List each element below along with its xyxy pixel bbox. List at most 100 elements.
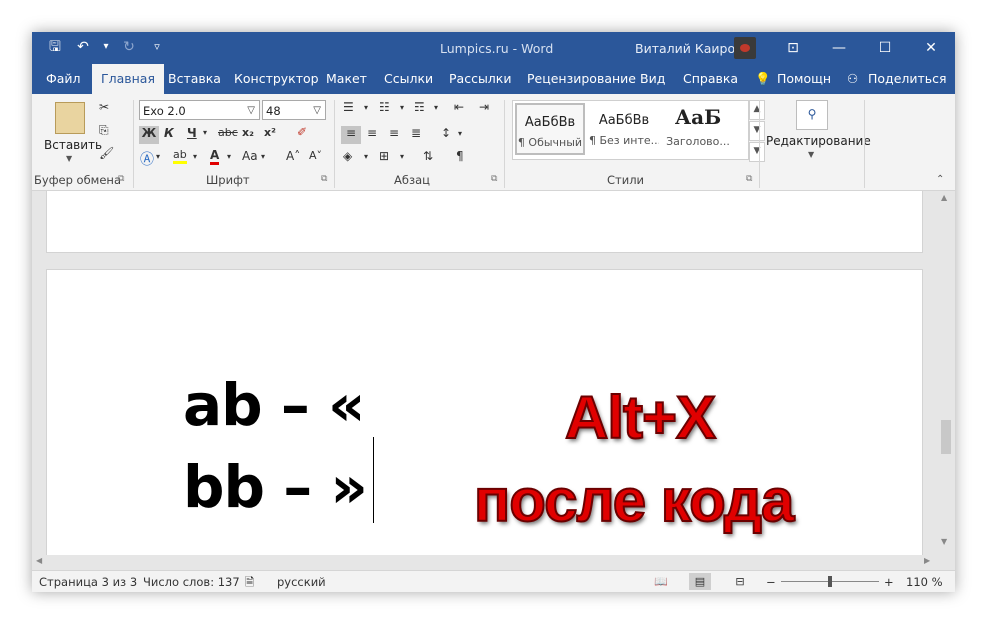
read-mode-icon[interactable]: 📖	[650, 573, 672, 590]
align-right-icon[interactable]: ≡	[389, 126, 399, 140]
tab-view[interactable]: Вид	[631, 64, 674, 94]
zoom-level[interactable]: 110 %	[906, 575, 943, 589]
change-case-dropdown-icon[interactable]: ▾	[261, 152, 265, 161]
highlight-dropdown-icon[interactable]: ▾	[193, 152, 197, 161]
paste-button[interactable]: Вставить	[44, 138, 102, 152]
scroll-up-icon[interactable]: ▲	[941, 193, 947, 202]
bullets-dropdown-icon[interactable]: ▾	[364, 103, 368, 112]
show-formatting-marks-icon[interactable]: ¶	[456, 149, 464, 163]
tab-insert[interactable]: Вставка	[159, 64, 230, 94]
customize-qat-icon[interactable]: ▿	[148, 38, 166, 56]
copy-icon[interactable]: ⎘	[99, 123, 109, 138]
scroll-down-icon[interactable]: ▼	[941, 537, 947, 546]
style-heading-1[interactable]: АаБ Заголово...	[663, 103, 733, 155]
font-color-icon[interactable]: A	[210, 148, 220, 165]
line-spacing-dropdown-icon[interactable]: ▾	[458, 129, 462, 138]
page-count[interactable]: Страница 3 из 3	[39, 575, 137, 589]
tab-layout[interactable]: Макет	[317, 64, 376, 94]
paste-dropdown-icon[interactable]: ▼	[66, 154, 72, 163]
scroll-right-icon[interactable]: ▶	[924, 556, 930, 565]
font-size-combo[interactable]: 48 ▽	[262, 100, 326, 120]
scroll-left-icon[interactable]: ◀	[36, 556, 42, 565]
zoom-out-icon[interactable]: −	[766, 575, 776, 589]
zoom-slider-thumb[interactable]	[828, 576, 832, 587]
justify-icon[interactable]: ≣	[411, 126, 421, 140]
previous-page[interactable]	[46, 191, 923, 253]
horizontal-scrollbar[interactable]: ◀ ▶	[32, 555, 955, 569]
align-center-icon[interactable]: ≡	[367, 126, 377, 140]
numbering-icon[interactable]: ☷	[379, 100, 390, 114]
highlight-icon[interactable]: ab	[173, 148, 187, 164]
share-label[interactable]: Поделиться	[859, 64, 955, 94]
paste-icon[interactable]	[55, 102, 85, 134]
borders-icon[interactable]: ⊞	[379, 149, 389, 163]
undo-dropdown-icon[interactable]: ▾	[102, 38, 110, 56]
italic-button[interactable]: К	[164, 126, 174, 140]
document-area[interactable]: ab – « bb – » Alt+X после кода	[32, 191, 955, 572]
strikethrough-button[interactable]: abc	[218, 126, 238, 139]
superscript-button[interactable]: x²	[264, 126, 276, 139]
style-normal[interactable]: АаБбВв ¶ Обычный	[515, 103, 585, 155]
multilevel-list-icon[interactable]: ☶	[414, 100, 425, 114]
clipboard-launcher-icon[interactable]: ⧉	[118, 174, 124, 184]
font-name-combo[interactable]: Exo 2.0 ▽	[139, 100, 260, 120]
multilevel-dropdown-icon[interactable]: ▾	[434, 103, 438, 112]
minimize-icon[interactable]: —	[816, 32, 862, 64]
search-icon[interactable]: ⚲	[796, 100, 828, 130]
style-no-spacing[interactable]: АаБбВв ¶ Без инте...	[589, 103, 659, 155]
undo-icon[interactable]: ↶	[74, 38, 92, 56]
redo-icon[interactable]: ↻	[120, 38, 138, 56]
font-color-dropdown-icon[interactable]: ▾	[227, 152, 231, 161]
decrease-indent-icon[interactable]: ⇤	[454, 100, 464, 114]
font-launcher-icon[interactable]: ⧉	[321, 174, 327, 184]
subscript-button[interactable]: x₂	[242, 126, 254, 139]
maximize-icon[interactable]: ☐	[862, 32, 908, 64]
cut-icon[interactable]: ✂	[99, 100, 109, 114]
save-icon[interactable]: 🖫	[46, 38, 64, 56]
document-line-2[interactable]: bb – »	[183, 453, 368, 521]
paragraph-launcher-icon[interactable]: ⧉	[491, 174, 497, 184]
document-line-1[interactable]: ab – «	[183, 371, 366, 439]
tab-design[interactable]: Конструктор	[225, 64, 328, 94]
borders-dropdown-icon[interactable]: ▾	[400, 152, 404, 161]
grow-font-button[interactable]: A˄	[286, 149, 300, 163]
editing-dropdown-icon[interactable]: ▼	[808, 150, 814, 159]
ribbon-display-options-icon[interactable]: ⊡	[770, 32, 816, 64]
shrink-font-button[interactable]: A˅	[309, 149, 322, 162]
account-name[interactable]: Виталий Каиров	[635, 41, 742, 56]
text-effects-icon[interactable]: Ⓐ	[140, 149, 154, 169]
proofing-icon[interactable]: 🗎	[245, 575, 254, 592]
collapse-ribbon-icon[interactable]: ⌃	[936, 174, 944, 185]
chevron-up-icon[interactable]: ▲	[749, 100, 765, 120]
numbering-dropdown-icon[interactable]: ▾	[400, 103, 404, 112]
tab-references[interactable]: Ссылки	[375, 64, 442, 94]
tab-mailings[interactable]: Рассылки	[440, 64, 520, 94]
line-spacing-icon[interactable]: ↕	[441, 126, 451, 140]
styles-launcher-icon[interactable]: ⧉	[746, 174, 752, 184]
align-left-icon[interactable]: ≡	[341, 126, 361, 144]
clear-formatting-icon[interactable]: ✐	[297, 125, 307, 139]
tab-file[interactable]: Файл	[37, 64, 90, 94]
close-icon[interactable]: ✕	[908, 32, 954, 64]
increase-indent-icon[interactable]: ⇥	[479, 100, 489, 114]
chevron-down-icon[interactable]: ▼	[749, 121, 765, 141]
change-case-button[interactable]: Aa	[242, 149, 258, 163]
vertical-scrollbar[interactable]: ▲ ▼	[937, 191, 955, 555]
more-styles-icon[interactable]: ▼	[749, 142, 765, 162]
sort-icon[interactable]: ⇅	[423, 149, 433, 163]
tab-help[interactable]: Справка	[674, 64, 747, 94]
scroll-thumb[interactable]	[941, 420, 951, 454]
text-effects-dropdown-icon[interactable]: ▾	[156, 152, 160, 161]
avatar[interactable]	[734, 37, 756, 59]
tab-home[interactable]: Главная	[92, 64, 164, 94]
word-count[interactable]: Число слов: 137	[143, 575, 240, 589]
language[interactable]: русский	[277, 575, 326, 589]
zoom-in-icon[interactable]: +	[884, 575, 894, 589]
bullets-icon[interactable]: ☰	[343, 100, 354, 114]
editing-button[interactable]: Редактирование	[766, 134, 871, 148]
print-layout-icon[interactable]: ▤	[689, 573, 711, 590]
tell-me-label[interactable]: Помощн	[768, 64, 840, 94]
shading-icon[interactable]: ◈	[343, 149, 352, 163]
tab-review[interactable]: Рецензирование	[518, 64, 645, 94]
bold-button[interactable]: Ж	[139, 126, 159, 144]
